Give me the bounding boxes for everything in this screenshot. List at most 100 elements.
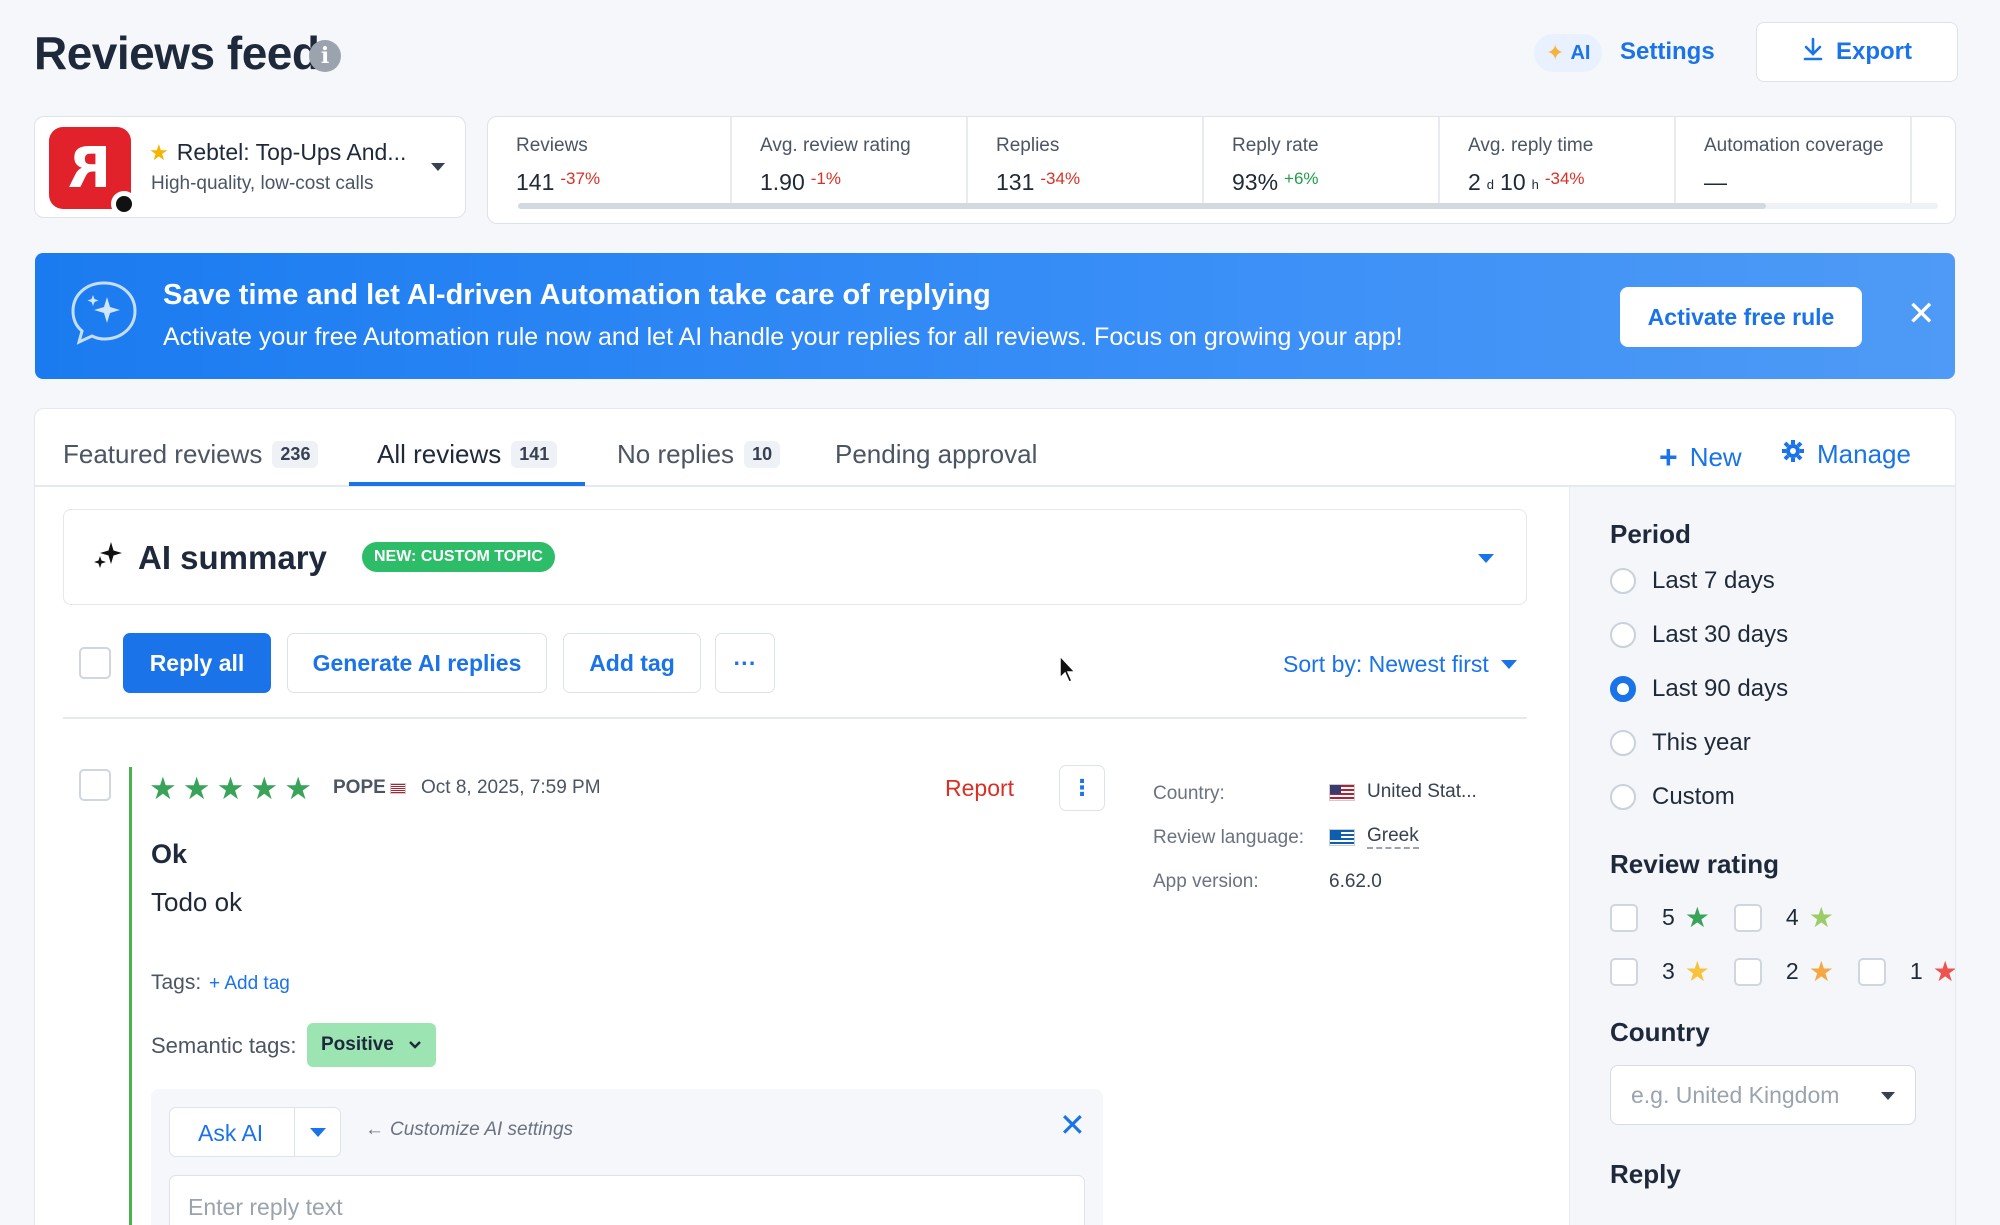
review-rating-title: Review rating xyxy=(1610,849,1780,879)
radio-button-selected[interactable] xyxy=(1610,676,1636,702)
rating-filter-row: 3 ★ 2 ★ 1 ★ xyxy=(1610,955,1955,988)
activate-free-rule-button[interactable]: Activate free rule xyxy=(1620,287,1862,347)
report-link[interactable]: Report xyxy=(945,775,1014,802)
star-icon: ★ xyxy=(250,771,279,806)
ask-ai-split-button[interactable]: Ask AI xyxy=(169,1107,341,1157)
period-option-last-7-days[interactable]: Last 7 days xyxy=(1610,567,1775,595)
export-button[interactable]: Export xyxy=(1756,22,1958,82)
download-icon xyxy=(1802,37,1824,68)
tab-label: No replies xyxy=(617,439,735,469)
more-options-button[interactable]: ··· xyxy=(715,633,775,693)
rating-filter-4[interactable]: 4 ★ xyxy=(1733,901,1834,934)
rating-filter-1[interactable]: 1 ★ xyxy=(1857,955,1955,988)
country-select[interactable]: e.g. United Kingdom xyxy=(1610,1065,1916,1125)
rating-filter-2[interactable]: 2 ★ xyxy=(1733,955,1834,988)
radio-button[interactable] xyxy=(1610,622,1636,648)
apple-icon xyxy=(111,191,137,217)
split-separator xyxy=(294,1108,295,1156)
ai-chat-icon xyxy=(69,279,139,345)
language-value[interactable]: Greek xyxy=(1329,825,1419,849)
stat-value: 1.90 xyxy=(760,169,805,195)
stat-unit-hours: h xyxy=(1531,177,1539,192)
info-icon[interactable]: i xyxy=(309,40,341,72)
star-icon: ★ xyxy=(1684,902,1710,933)
semantic-tag-dropdown[interactable]: Positive xyxy=(307,1023,436,1067)
tab-label: Featured reviews xyxy=(63,439,263,469)
stat-label: Replies xyxy=(996,135,1060,156)
chevron-down-icon xyxy=(1881,1092,1895,1100)
reviews-panel: Featured reviews 236 All reviews 141 No … xyxy=(34,408,1956,1225)
app-selector[interactable]: R ★ Rebtel: Top-Ups And... High-quality,… xyxy=(34,116,466,218)
stat-delta: +6% xyxy=(1284,169,1319,188)
kebab-menu-icon[interactable]: ⋮ xyxy=(1059,765,1105,811)
divider xyxy=(63,717,1527,719)
ai-summary-panel[interactable]: AI summary NEW: CUSTOM TOPIC xyxy=(63,509,1527,605)
tab-count: 10 xyxy=(744,441,781,468)
language-label: Review language: xyxy=(1153,827,1305,848)
stat-reviews: Reviews 141 -37% xyxy=(488,117,732,207)
reply-text-input[interactable]: Enter reply text xyxy=(169,1175,1085,1225)
stat-unit-days: d xyxy=(1486,177,1495,192)
stats-bar: Reviews 141 -37% Avg. review rating 1.90-… xyxy=(487,116,1956,224)
ai-summary-label: AI summary xyxy=(138,539,327,576)
review-title: Ok xyxy=(151,839,188,869)
radio-button[interactable] xyxy=(1610,730,1636,756)
star-icon: ★ xyxy=(1808,956,1834,987)
tab-no-replies[interactable]: No replies 10 xyxy=(617,439,781,470)
add-tag-link[interactable]: + Add tag xyxy=(209,973,290,995)
select-all-checkbox[interactable] xyxy=(79,647,111,679)
tab-label: All reviews xyxy=(377,439,502,469)
review-accent-bar xyxy=(129,767,132,1225)
stats-scrollbar-thumb[interactable] xyxy=(518,203,1766,209)
checkbox[interactable] xyxy=(1733,957,1762,986)
stat-label: Reply rate xyxy=(1232,135,1319,156)
stat-value: 141 xyxy=(516,169,555,195)
sort-dropdown[interactable]: Sort by: Newest first xyxy=(1283,651,1517,678)
chevron-down-icon[interactable] xyxy=(1478,554,1494,563)
period-option-last-30-days[interactable]: Last 30 days xyxy=(1610,621,1788,649)
close-icon[interactable]: ✕ xyxy=(1059,1109,1086,1141)
customize-ai-settings-link[interactable]: ← Customize AI settings xyxy=(365,1119,573,1141)
stat-delta: -34% xyxy=(1544,169,1585,188)
radio-button[interactable] xyxy=(1610,568,1636,594)
language-text[interactable]: Greek xyxy=(1367,825,1419,849)
checkbox[interactable] xyxy=(1610,957,1638,986)
radio-button[interactable] xyxy=(1610,784,1636,810)
tab-pending-approval[interactable]: Pending approval xyxy=(835,439,1037,470)
checkbox[interactable] xyxy=(1610,903,1638,932)
country-text: United Stat... xyxy=(1367,781,1477,802)
settings-link[interactable]: Settings xyxy=(1620,38,1715,66)
add-tag-button[interactable]: Add tag xyxy=(563,633,701,693)
tab-count: 141 xyxy=(511,441,558,468)
star-icon: ★ xyxy=(149,139,169,165)
chevron-down-icon[interactable] xyxy=(431,163,445,171)
banner-text: Activate your free Automation rule now a… xyxy=(163,323,1403,351)
period-option-custom[interactable]: Custom xyxy=(1610,783,1735,811)
chevron-down-icon[interactable] xyxy=(310,1128,326,1137)
generate-ai-replies-button[interactable]: Generate AI replies xyxy=(287,633,547,693)
checkbox[interactable] xyxy=(1857,957,1886,986)
review-author: POPE xyxy=(333,777,406,799)
close-icon[interactable]: ✕ xyxy=(1907,297,1936,331)
ai-badge[interactable]: ✦ AI xyxy=(1534,34,1603,72)
manage-button[interactable]: Manage xyxy=(1781,439,1911,470)
rating-filter-3[interactable]: 3 ★ xyxy=(1610,955,1710,988)
new-button[interactable]: + New xyxy=(1659,439,1742,476)
semantic-tags-label: Semantic tags: xyxy=(151,1033,297,1058)
tab-featured-reviews[interactable]: Featured reviews 236 xyxy=(63,439,319,470)
rating-filter-5[interactable]: 5 ★ xyxy=(1610,901,1710,934)
reply-all-button[interactable]: Reply all xyxy=(123,633,271,693)
review-checkbox[interactable] xyxy=(79,769,111,801)
tab-all-reviews[interactable]: All reviews 141 xyxy=(377,439,558,470)
ask-ai-label[interactable]: Ask AI xyxy=(198,1120,263,1147)
period-option-last-90-days[interactable]: Last 90 days xyxy=(1610,675,1788,703)
tab-count: 236 xyxy=(272,441,319,468)
radio-label: Custom xyxy=(1652,783,1735,810)
checkbox[interactable] xyxy=(1733,903,1762,932)
period-option-this-year[interactable]: This year xyxy=(1610,729,1751,757)
stat-reply-rate: Reply rate 93% +6% xyxy=(1204,117,1440,207)
plus-icon: + xyxy=(1659,439,1678,475)
stat-avg-rating: Avg. review rating 1.90 -1% xyxy=(732,117,968,207)
app-name: ★ Rebtel: Top-Ups And... xyxy=(149,139,406,166)
tab-bar: Featured reviews 236 All reviews 141 No … xyxy=(35,409,1955,487)
